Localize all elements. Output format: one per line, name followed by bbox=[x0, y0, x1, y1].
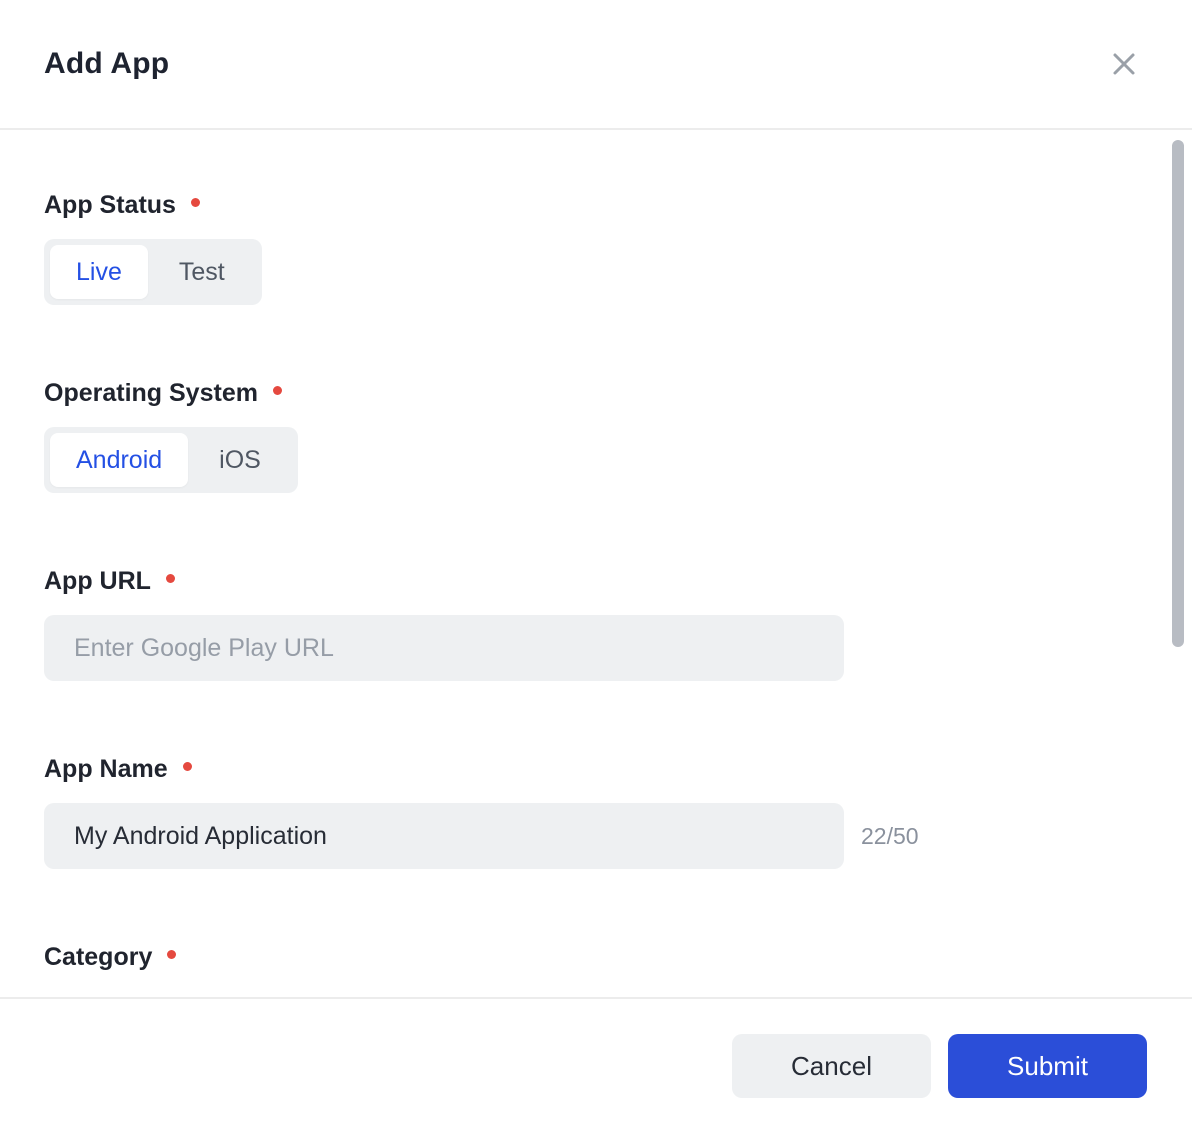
category-label-row: Category bbox=[44, 943, 177, 972]
os-option-ios[interactable]: iOS bbox=[188, 433, 292, 487]
app-status-label-row: App Status bbox=[44, 191, 200, 220]
submit-button[interactable]: Submit bbox=[948, 1034, 1147, 1098]
modal-header: Add App bbox=[0, 0, 1192, 130]
category-label: Category bbox=[44, 943, 153, 971]
required-dot bbox=[272, 386, 282, 395]
close-icon bbox=[1113, 53, 1135, 75]
close-button[interactable] bbox=[1104, 44, 1144, 84]
modal-body: App Status Live Test Operating System An… bbox=[0, 191, 1192, 972]
add-app-modal: Add App App Status Live Test Operating S… bbox=[0, 0, 1192, 1128]
required-dot bbox=[182, 762, 192, 771]
modal-title: Add App bbox=[44, 47, 170, 80]
cancel-button[interactable]: Cancel bbox=[732, 1034, 931, 1098]
app-status-label: App Status bbox=[44, 191, 176, 219]
app-url-label-row: App URL bbox=[44, 567, 175, 596]
app-name-label-row: App Name bbox=[44, 755, 192, 784]
operating-system-label: Operating System bbox=[44, 379, 258, 407]
field-category: Category bbox=[44, 943, 1148, 972]
app-name-char-counter: 22/50 bbox=[861, 822, 919, 849]
field-app-name: App Name 22/50 bbox=[44, 755, 1148, 869]
modal-footer: Cancel Submit bbox=[0, 997, 1192, 1128]
app-status-segmented-control: Live Test bbox=[44, 239, 262, 305]
field-app-status: App Status Live Test bbox=[44, 191, 1148, 305]
field-operating-system: Operating System Android iOS bbox=[44, 379, 1148, 493]
app-status-option-live[interactable]: Live bbox=[50, 245, 148, 299]
app-status-option-test[interactable]: Test bbox=[148, 245, 256, 299]
operating-system-segmented-control: Android iOS bbox=[44, 427, 298, 493]
required-dot bbox=[167, 950, 177, 959]
app-url-input[interactable] bbox=[44, 615, 844, 681]
required-dot bbox=[165, 574, 175, 583]
required-dot bbox=[190, 198, 200, 207]
field-app-url: App URL bbox=[44, 567, 1148, 681]
app-url-label: App URL bbox=[44, 567, 151, 595]
operating-system-label-row: Operating System bbox=[44, 379, 282, 408]
scrollbar-thumb[interactable] bbox=[1172, 140, 1184, 647]
os-option-android[interactable]: Android bbox=[50, 433, 189, 487]
app-name-label: App Name bbox=[44, 755, 168, 783]
app-name-input[interactable] bbox=[44, 803, 844, 869]
